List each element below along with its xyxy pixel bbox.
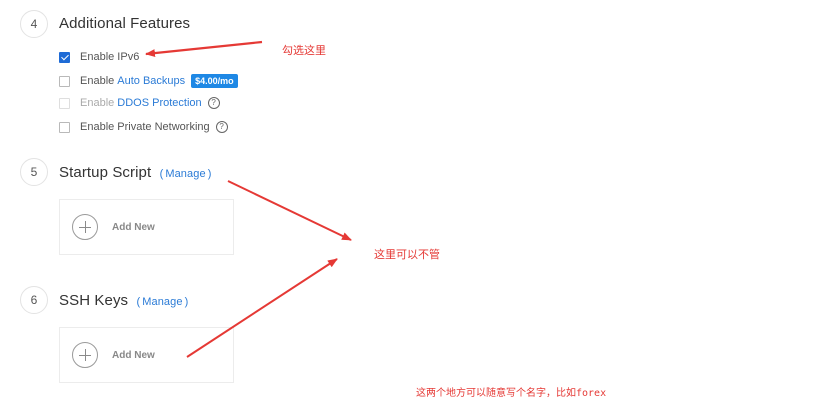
option-enable-ipv6[interactable]: Enable IPv6: [59, 51, 139, 63]
annotation-ignore-here: 这里可以不管: [374, 249, 440, 261]
auto-backups-price-badge: $4.00/mo: [191, 74, 238, 88]
ssh-keys-add-new-label: Add New: [112, 349, 155, 361]
ddos-checkbox: [59, 97, 70, 109]
step-number-6-label: 6: [30, 293, 38, 307]
option-private-networking[interactable]: Enable Private Networking ?: [59, 121, 228, 133]
section-title-startup-script: Startup Script (Manage): [59, 164, 211, 181]
step-number-6: 6: [20, 286, 48, 314]
ipv6-checkbox[interactable]: [59, 51, 70, 63]
ipv6-label: Enable IPv6: [80, 51, 140, 63]
private-networking-label: Enable Private Networking: [80, 121, 210, 133]
ssh-keys-add-new-button[interactable]: Add New: [59, 327, 234, 383]
step-number-5: 5: [20, 158, 48, 186]
section-title-additional-features: Additional Features: [59, 15, 191, 32]
option-auto-backups[interactable]: Enable Auto Backups $4.00/mo: [59, 74, 238, 88]
ssh-keys-manage-link[interactable]: Manage: [142, 296, 182, 308]
auto-backups-link[interactable]: Auto Backups: [117, 75, 185, 87]
step-number-4: 4: [20, 10, 48, 38]
ssh-manage-paren-open: (: [136, 296, 141, 308]
private-networking-help-icon[interactable]: ?: [215, 121, 228, 133]
ddos-prefix: Enable: [80, 97, 115, 109]
startup-script-manage-link[interactable]: Manage: [165, 168, 205, 180]
auto-backups-checkbox[interactable]: [59, 75, 70, 87]
private-networking-checkbox[interactable]: [59, 121, 70, 133]
step-number-4-label: 4: [30, 17, 38, 31]
arrow-to-startup: [227, 180, 352, 241]
ssh-keys-title: SSH Keys: [59, 292, 129, 309]
ssh-manage-paren-close: ): [184, 296, 189, 308]
ddos-link[interactable]: DDOS Protection: [117, 97, 201, 109]
arrow-to-ipv6: [145, 40, 263, 58]
annotation-check-here: 勾选这里: [282, 45, 326, 57]
auto-backups-prefix: Enable: [80, 75, 115, 87]
startup-script-add-new-button[interactable]: Add New: [59, 199, 234, 255]
option-ddos-protection: Enable DDOS Protection ?: [59, 97, 220, 109]
annotation-name-hint: 这两个地方可以随意写个名字，比如forex: [416, 388, 607, 399]
step-number-5-label: 5: [30, 165, 38, 179]
startup-script-title: Startup Script: [59, 164, 152, 181]
startup-script-add-new-label: Add New: [112, 221, 155, 233]
ddos-help-icon[interactable]: ?: [207, 97, 220, 109]
plus-circle-icon: [72, 342, 98, 368]
section-title-ssh-keys: SSH Keys (Manage): [59, 292, 188, 309]
startup-manage-paren-close: ): [207, 168, 212, 180]
plus-circle-icon: [72, 214, 98, 240]
startup-manage-paren-open: (: [159, 168, 164, 180]
